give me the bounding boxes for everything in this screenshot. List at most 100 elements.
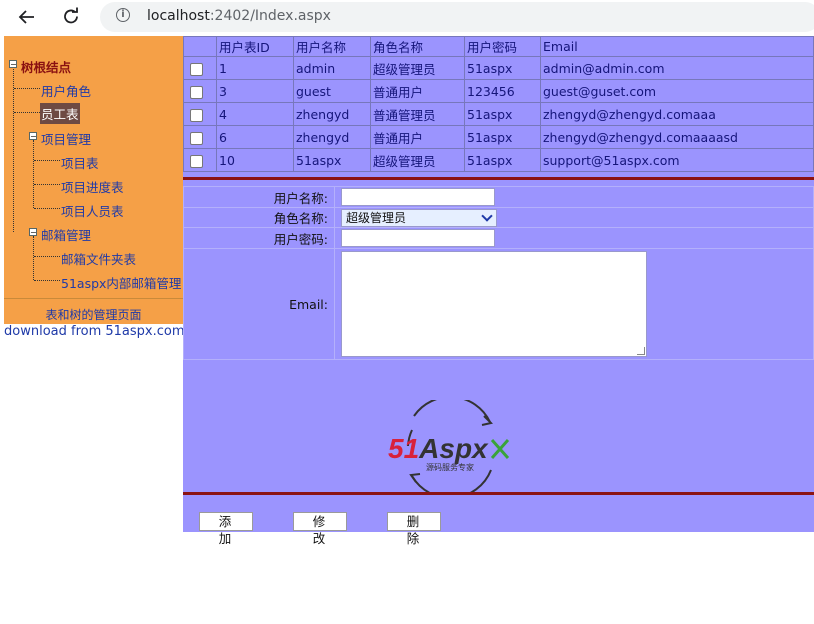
- cell-id: 10: [216, 148, 294, 172]
- resize-grip-icon[interactable]: [637, 347, 645, 355]
- tree-root[interactable]: 树根结点: [21, 57, 71, 76]
- cell-username: guest: [293, 79, 371, 103]
- cell-password: 51aspx: [464, 125, 541, 149]
- username-label: 用户名称:: [183, 186, 335, 208]
- cell-id: 4: [216, 102, 294, 126]
- row-checkbox-cell: [183, 102, 217, 126]
- address-bar[interactable]: i localhost:2402/Index.aspx: [100, 2, 814, 32]
- cell-email: admin@admin.com: [540, 56, 814, 80]
- download-text: download from 51aspx.com: [4, 324, 185, 339]
- url-host: localhost: [147, 8, 210, 24]
- tree-line: [34, 280, 60, 281]
- table-row[interactable]: 10 51aspx 超级管理员 51aspx support@51aspx.co…: [183, 148, 814, 172]
- row-checkbox-cell: [183, 148, 217, 172]
- site-info-icon[interactable]: i: [116, 8, 130, 22]
- role-label: 角色名称:: [183, 207, 335, 228]
- row-checkbox[interactable]: [190, 131, 203, 145]
- cell-id: 1: [216, 56, 294, 80]
- tree-item-project-members[interactable]: 项目人员表: [61, 201, 124, 220]
- row-checkbox[interactable]: [190, 108, 203, 122]
- reload-button[interactable]: [58, 4, 84, 30]
- tree-item-employee-table[interactable]: 员工表: [40, 103, 80, 124]
- tree-line: [34, 208, 60, 209]
- collapse-toggle-root[interactable]: −: [9, 60, 17, 69]
- password-input[interactable]: [341, 229, 495, 247]
- cell-password: 123456: [464, 79, 541, 103]
- username-input[interactable]: [341, 188, 495, 206]
- tree-item-mailbox-management[interactable]: 邮箱管理: [41, 225, 91, 244]
- back-arrow-icon: [18, 10, 34, 24]
- tree-item-internal-mail[interactable]: 51aspx内部邮箱管理: [61, 273, 181, 292]
- table-row[interactable]: 3 guest 普通用户 123456 guest@guset.com: [183, 79, 814, 103]
- password-label: 用户密码:: [183, 227, 335, 249]
- url-text: localhost:2402/Index.aspx: [147, 8, 331, 24]
- svg-text:51Aspx: 51Aspx: [388, 433, 489, 464]
- cell-role: 超级管理员: [370, 56, 465, 80]
- delete-button[interactable]: 删除: [387, 512, 441, 546]
- tree-item-project-management[interactable]: 项目管理: [41, 129, 91, 148]
- browser-toolbar: i localhost:2402/Index.aspx: [0, 0, 814, 34]
- table-row[interactable]: 6 zhengyd 普通用户 51aspx zhengyd@zhengyd.co…: [183, 125, 814, 149]
- tree-view: − 树根结点 用户角色 员工表 − 项目管理 项目表 项目进度表 项目人员表 −…: [4, 36, 183, 298]
- tree-item-project-table[interactable]: 项目表: [61, 153, 99, 172]
- row-checkbox-cell: [183, 56, 217, 80]
- cell-username: 51aspx: [293, 148, 371, 172]
- column-header-id: 用户表ID: [216, 36, 294, 57]
- column-header-password: 用户密码: [464, 36, 541, 57]
- separator-line: [183, 177, 814, 180]
- url-path: :2402/Index.aspx: [209, 8, 331, 24]
- users-table: 用户表ID 用户名称 角色名称 用户密码 Email 1 admin 超级管理员…: [183, 36, 814, 172]
- back-button[interactable]: [14, 4, 40, 30]
- tree-line: [34, 256, 60, 257]
- tree-line: [14, 112, 40, 113]
- tree-line: [34, 160, 60, 161]
- role-cell: 超级管理员: [334, 207, 814, 228]
- tree-line: [33, 140, 34, 208]
- edit-button[interactable]: 修改: [293, 512, 347, 546]
- cell-role: 普通用户: [370, 125, 465, 149]
- table-row[interactable]: 4 zhengyd 普通管理员 51aspx zhengyd@zhengyd.c…: [183, 102, 814, 126]
- collapse-toggle-project[interactable]: −: [29, 132, 37, 141]
- add-button[interactable]: 添加: [199, 512, 253, 546]
- tree-panel: − 树根结点 用户角色 员工表 − 项目管理 项目表 项目进度表 项目人员表 −…: [4, 36, 183, 324]
- cell-id: 6: [216, 125, 294, 149]
- logo-word: Aspx: [418, 433, 489, 464]
- form-row-username: 用户名称:: [183, 186, 814, 208]
- column-header-username: 用户名称: [293, 36, 371, 57]
- role-select[interactable]: 超级管理员: [341, 208, 497, 227]
- collapse-toggle-mailbox[interactable]: −: [29, 228, 37, 237]
- cell-username: zhengyd: [293, 125, 371, 149]
- tree-item-user-role[interactable]: 用户角色: [41, 81, 91, 100]
- logo-x-accent: [490, 439, 510, 459]
- tree-item-project-progress[interactable]: 项目进度表: [61, 177, 124, 196]
- reload-icon: [64, 7, 78, 24]
- column-header-email: Email: [540, 36, 814, 57]
- column-header-role: 角色名称: [370, 36, 465, 57]
- row-checkbox[interactable]: [190, 85, 203, 99]
- form-row-role: 角色名称: 超级管理员: [183, 207, 814, 228]
- separator-line: [183, 492, 814, 495]
- cell-password: 51aspx: [464, 102, 541, 126]
- table-row[interactable]: 1 admin 超级管理员 51aspx admin@admin.com: [183, 56, 814, 80]
- logo-number: 51: [388, 433, 419, 464]
- cell-email: zhengyd@zhengyd.comaaaasd: [540, 125, 814, 149]
- cell-email: support@51aspx.com: [540, 148, 814, 172]
- 51aspx-logo: 51Aspx 源码服务专家: [388, 400, 510, 494]
- form-row-password: 用户密码:: [183, 227, 814, 249]
- form-row-email: Email:: [183, 248, 814, 360]
- cell-email: zhengyd@zhengyd.comaaa: [540, 102, 814, 126]
- cell-role: 普通用户: [370, 79, 465, 103]
- cell-password: 51aspx: [464, 148, 541, 172]
- row-checkbox[interactable]: [190, 154, 203, 168]
- tree-line: [14, 88, 40, 89]
- row-checkbox-cell: [183, 125, 217, 149]
- row-checkbox-cell: [183, 79, 217, 103]
- tree-item-mail-folder[interactable]: 邮箱文件夹表: [61, 249, 136, 268]
- email-cell: [334, 248, 814, 360]
- table-header-row: 用户表ID 用户名称 角色名称 用户密码 Email: [183, 36, 814, 57]
- cell-role: 普通管理员: [370, 102, 465, 126]
- edit-form: 用户名称: 角色名称: 超级管理员 用户密码: Email:: [183, 186, 814, 360]
- email-textarea[interactable]: [341, 251, 647, 357]
- row-checkbox[interactable]: [190, 62, 203, 76]
- tree-line: [13, 66, 14, 232]
